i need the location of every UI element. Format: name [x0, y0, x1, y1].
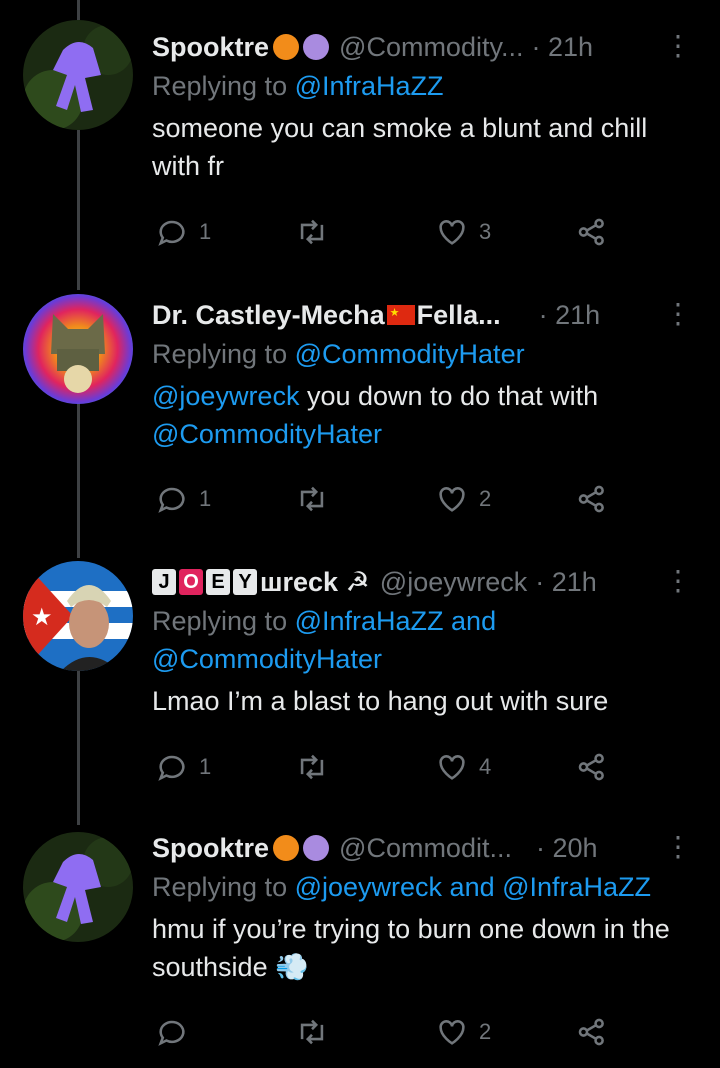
like-icon: [439, 487, 465, 512]
share-button[interactable]: [575, 215, 609, 249]
avatar[interactable]: ★: [23, 561, 133, 671]
mention-link[interactable]: @InfraHaZZ and: [295, 606, 497, 636]
crystal-ball-icon: [303, 835, 330, 861]
display-name[interactable]: Spooktre: [152, 833, 269, 864]
avatar[interactable]: [23, 294, 133, 404]
tweet-text: hmu if you’re trying to burn one down in…: [152, 914, 670, 982]
tweet-actions: 1 3: [155, 212, 615, 252]
tweet[interactable]: Spooktre @Commodity... · 21h ⋮ Replying …: [0, 0, 720, 280]
share-button[interactable]: [575, 482, 609, 516]
more-options-icon[interactable]: ⋮: [664, 830, 692, 863]
share-button[interactable]: [575, 750, 609, 784]
like-icon: [439, 220, 465, 245]
retweet-icon: [300, 219, 324, 245]
replying-to: Replying to @joeywreck and @InfraHaZZ: [152, 872, 652, 902]
reply-icon: [158, 487, 185, 513]
like-button[interactable]: 3: [435, 215, 575, 249]
reply-count: 1: [199, 219, 212, 244]
handle[interactable]: @joeywreck: [380, 567, 527, 598]
reply-button[interactable]: [155, 1015, 295, 1049]
reply-icon: [158, 755, 185, 781]
more-options-icon[interactable]: ⋮: [664, 564, 692, 597]
mention-link[interactable]: @CommodityHater: [152, 419, 382, 449]
name-letter-box: Y: [233, 569, 257, 595]
share-icon: [578, 485, 604, 513]
more-options-icon[interactable]: ⋮: [664, 29, 692, 62]
display-name[interactable]: Spooktre: [152, 32, 269, 63]
like-icon: [439, 755, 465, 780]
tweet-text: someone you can smoke a blunt and chill …: [152, 113, 648, 181]
name-letter-box: E: [206, 569, 230, 595]
like-count: 2: [479, 486, 492, 511]
like-icon: [439, 1020, 465, 1045]
tweet[interactable]: ★ J O E Y шreck ☭ @joeywreck · 21h ⋮ Rep…: [0, 550, 720, 820]
replying-to: Replying to @CommodityHater: [152, 339, 525, 369]
avatar[interactable]: [23, 832, 133, 942]
replying-to: Replying to @InfraHaZZ: [152, 71, 444, 101]
reply-count: 1: [199, 486, 212, 511]
like-button[interactable]: 4: [435, 750, 575, 784]
retweet-icon: [300, 1019, 324, 1045]
tweet[interactable]: Spooktre @Commodit... · 20h ⋮ Replying t…: [0, 820, 720, 1068]
like-count: 3: [479, 219, 492, 244]
handle[interactable]: @Commodit...: [339, 833, 512, 864]
tweet-actions: 2: [155, 1012, 615, 1052]
tweet-text: @joeywreck you down to do that with @Com…: [152, 381, 599, 449]
reply-icon: [158, 220, 185, 246]
mention-link[interactable]: @joeywreck and @InfraHaZZ: [295, 872, 651, 902]
crystal-ball-icon: [303, 34, 330, 60]
tweet-header: Dr. Castley-Mecha Fella... · 21h ⋮: [152, 295, 700, 335]
display-name[interactable]: Dr. Castley-Mecha: [152, 300, 385, 331]
tweet-header: Spooktre @Commodit... · 20h ⋮: [152, 828, 700, 868]
timestamp[interactable]: · 21h: [531, 32, 593, 63]
mention-link[interactable]: @CommodityHater: [152, 644, 382, 674]
pumpkin-icon: [273, 835, 300, 861]
pumpkin-icon: [273, 34, 300, 60]
tweet-header: J O E Y шreck ☭ @joeywreck · 21h ⋮: [152, 562, 700, 602]
mention-link[interactable]: @InfraHaZZ: [295, 71, 444, 101]
mention-link[interactable]: @joeywreck: [152, 381, 299, 411]
replying-to: Replying to @InfraHaZZ and @CommodityHat…: [152, 606, 497, 674]
tweet-text: Lmao I’m a blast to hang out with sure: [152, 686, 609, 716]
reply-icon: [158, 1020, 185, 1046]
retweet-icon: [300, 486, 324, 512]
reply-count: 1: [199, 754, 212, 779]
share-icon: [578, 753, 604, 781]
retweet-button[interactable]: [295, 1015, 435, 1049]
reply-button[interactable]: 1: [155, 215, 295, 249]
tweet-actions: 1 2: [155, 479, 615, 519]
like-count: 4: [479, 754, 492, 779]
like-count: 2: [479, 1019, 492, 1044]
retweet-button[interactable]: [295, 482, 435, 516]
timestamp[interactable]: · 21h: [539, 300, 601, 331]
share-button[interactable]: [575, 1015, 609, 1049]
share-icon: [578, 1018, 604, 1046]
retweet-icon: [300, 754, 324, 780]
tweet-actions: 1 4: [155, 747, 615, 787]
retweet-button[interactable]: [295, 215, 435, 249]
mention-link[interactable]: @CommodityHater: [295, 339, 525, 369]
avatar[interactable]: [23, 20, 133, 130]
reply-button[interactable]: 1: [155, 482, 295, 516]
like-button[interactable]: 2: [435, 1015, 575, 1049]
handle[interactable]: @Commodity...: [339, 32, 523, 63]
share-icon: [578, 218, 604, 246]
tweet[interactable]: Dr. Castley-Mecha Fella... · 21h ⋮ Reply…: [0, 280, 720, 550]
timestamp[interactable]: · 21h: [535, 567, 597, 598]
tweet-header: Spooktre @Commodity... · 21h ⋮: [152, 27, 700, 67]
reply-button[interactable]: 1: [155, 750, 295, 784]
like-button[interactable]: 2: [435, 482, 575, 516]
china-flag-icon: [386, 305, 415, 325]
display-name-suffix[interactable]: Fella...: [417, 300, 501, 331]
name-letter-box: J: [152, 569, 176, 595]
name-letter-box: O: [179, 569, 203, 595]
display-name[interactable]: шreck ☭: [260, 567, 370, 598]
retweet-button[interactable]: [295, 750, 435, 784]
svg-text:★: ★: [31, 603, 53, 631]
timestamp[interactable]: · 20h: [536, 833, 598, 864]
more-options-icon[interactable]: ⋮: [664, 297, 692, 330]
